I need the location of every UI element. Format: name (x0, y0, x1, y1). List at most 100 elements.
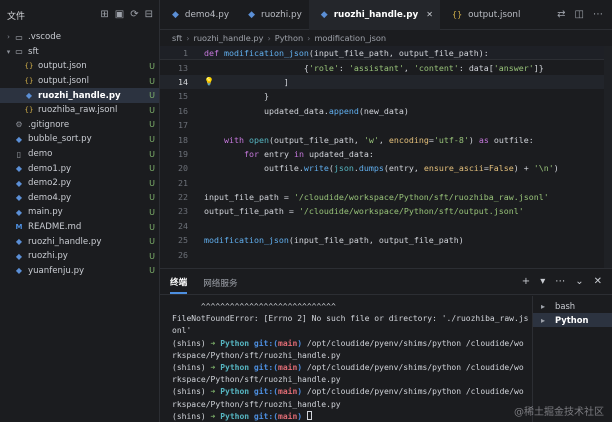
split-editor-icon[interactable]: ◫ (575, 9, 584, 20)
prompt-branch: main (278, 411, 298, 421)
code-editor[interactable]: 1 def modification_json(input_file_path, … (160, 46, 612, 268)
tree-item[interactable]: M README.md U (0, 220, 159, 235)
string-token: 'assistant' (348, 62, 404, 73)
breadcrumb: sft › ruozhi_handle.py › Python › modification… (160, 30, 612, 46)
tree-item-label: demo1.py (28, 163, 72, 174)
line-number: 24 (178, 220, 188, 231)
file-tree: › ▭ .vscode ▾ ▭ sft {} output.json U {} output.jso… (0, 30, 159, 278)
prompt-branch: main (278, 363, 298, 373)
tree-item[interactable]: ◆ bubble_sort.py U (0, 132, 159, 147)
tree-item[interactable]: ▾ ▭ sft (0, 45, 159, 60)
tree-item[interactable]: ◆ yuanfenju.py U (0, 264, 159, 279)
tree-item-label: README.md (28, 222, 82, 233)
terminal-output[interactable]: ^^^^^^^^^^^^^^^^^^^^^^^^^^^^ FileNotFound… (160, 296, 528, 422)
panel-toolbar: + ▾ ⋯ ⌄ ✕ (522, 276, 612, 287)
prompt-arrow: ➜ (210, 387, 216, 397)
terminal-instance-python[interactable]: ▸ Python (533, 313, 612, 327)
new-file-icon[interactable]: ⊞ (100, 10, 108, 20)
tree-item[interactable]: {} output.json U (0, 59, 159, 74)
tree-item[interactable]: ◆ demo2.py U (0, 176, 159, 191)
code-token: encoding (388, 134, 429, 145)
git-status-badge: U (149, 134, 155, 144)
git-status-badge: U (149, 164, 155, 174)
refresh-icon[interactable]: ⟳ (130, 10, 138, 20)
tree-item-label: demo (28, 149, 53, 160)
tree-item[interactable]: ◆ demo4.py U (0, 191, 159, 206)
prompt-arrow: ➜ (210, 411, 216, 421)
python-file-icon: ◆ (172, 9, 179, 20)
tree-item[interactable]: ◆ ruozhi_handle.py U (0, 88, 159, 103)
tree-item[interactable]: ◆ main.py U (0, 205, 159, 220)
tab-ruozhi-handle-py[interactable]: ◆ ruozhi_handle.py ✕ (308, 0, 440, 30)
code-text: input_file_path = '/cloudide/workspace/P… (204, 192, 549, 203)
code-line: 25 modification_json(input_file_path, out… (160, 233, 612, 247)
line-number: 19 (178, 148, 188, 159)
python-file-icon: ◆ (15, 164, 23, 174)
code-line: 20 outfile.write(json.dumps(entry, ensur… (160, 161, 612, 175)
explorer-toolbar: ⊞ ▣ ⟳ ⊟ (100, 10, 153, 20)
tree-item[interactable]: ⚙ .gitignore U (0, 118, 159, 133)
close-icon[interactable]: ✕ (426, 10, 433, 19)
tab-ruozhi-py[interactable]: ◆ ruozhi.py (236, 0, 309, 30)
code-line: 24 (160, 219, 612, 233)
breadcrumb-item[interactable]: ruozhi_handle.py (194, 33, 264, 43)
prompt-git-end: ) (297, 338, 303, 348)
code-token: dumps (358, 163, 384, 174)
tab-demo4-py[interactable]: ◆ demo4.py (160, 0, 236, 30)
git-status-badge: U (149, 222, 155, 232)
prompt-dir: Python (220, 387, 250, 397)
more-icon[interactable]: ⋯ (555, 276, 565, 287)
string-token: 'utf-8' (433, 134, 469, 145)
breadcrumb-item[interactable]: modification_json (314, 33, 386, 43)
collapse-icon[interactable]: ⊟ (145, 10, 153, 20)
line-number: 18 (178, 134, 188, 145)
tree-item-label: .gitignore (28, 119, 70, 130)
json-file-icon: {} (24, 106, 34, 115)
code-line: 26 (160, 247, 612, 261)
terminal-icon: ▸ (541, 315, 546, 325)
git-status-badge: U (149, 76, 155, 86)
prompt-git-end: ) (297, 411, 303, 421)
terminal-line: rkspace/Python/sft/ruozhi_handle.py (172, 350, 341, 360)
tree-item-label: demo4.py (28, 192, 72, 203)
chevron-right-icon: › (186, 33, 190, 43)
lightbulb-icon[interactable]: 💡 (204, 77, 214, 86)
tree-item[interactable]: ◆ ruozhi_handle.py U (0, 234, 159, 249)
tab-network-services[interactable]: 网络服务 (203, 271, 237, 293)
python-file-icon: ◆ (15, 251, 23, 261)
new-terminal-icon[interactable]: + (522, 276, 530, 287)
more-icon[interactable]: ⋯ (593, 9, 603, 20)
editor-scrollbar[interactable] (604, 46, 612, 268)
breadcrumb-item[interactable]: Python (275, 33, 303, 43)
code-token: append (328, 105, 359, 116)
code-line: 14 ] 💡 (160, 74, 612, 90)
tree-item[interactable]: {} output.jsonl U (0, 74, 159, 89)
line-number: 14 (178, 76, 188, 87)
tab-terminal[interactable]: 终端 (170, 270, 188, 294)
terminal-instance-bash[interactable]: ▸ bash (533, 299, 612, 313)
file-icon: ▯ (16, 149, 22, 159)
tree-item-label: yuanfenju.py (28, 265, 85, 276)
terminal-line: (shins) ➜ Python git:(main) /opt/cloudid… (172, 363, 524, 373)
json-file-icon: {} (24, 62, 34, 71)
line-number: 26 (178, 249, 188, 260)
code-text: output_file_path = '/cloudide/workspace/… (204, 206, 524, 217)
diff-icon[interactable]: ⇄ (557, 9, 565, 20)
chevron-down-icon[interactable]: ▾ (540, 276, 545, 287)
tree-item[interactable]: {} ruozhiba_raw.jsonl U (0, 103, 159, 118)
prompt-dir: Python (220, 363, 250, 373)
tab-output-jsonl[interactable]: {} output.jsonl (440, 0, 527, 30)
tree-item-label: ruozhi.py (28, 251, 68, 262)
tree-item[interactable]: ◆ demo1.py U (0, 161, 159, 176)
new-folder-icon[interactable]: ▣ (115, 10, 124, 20)
close-panel-icon[interactable]: ✕ (594, 276, 602, 287)
terminal-cursor (306, 410, 312, 420)
code-text: for entry in updated_data: (243, 148, 374, 159)
breadcrumb-item[interactable]: sft (172, 33, 182, 43)
tree-item-label: output.jsonl (38, 76, 90, 87)
tree-item[interactable]: ▯ demo U (0, 147, 159, 162)
tree-item[interactable]: › ▭ .vscode (0, 30, 159, 45)
tree-item[interactable]: ◆ ruozhi.py U (0, 249, 159, 264)
collapse-panel-icon[interactable]: ⌄ (575, 276, 583, 287)
code-token: modification_json (204, 235, 289, 246)
